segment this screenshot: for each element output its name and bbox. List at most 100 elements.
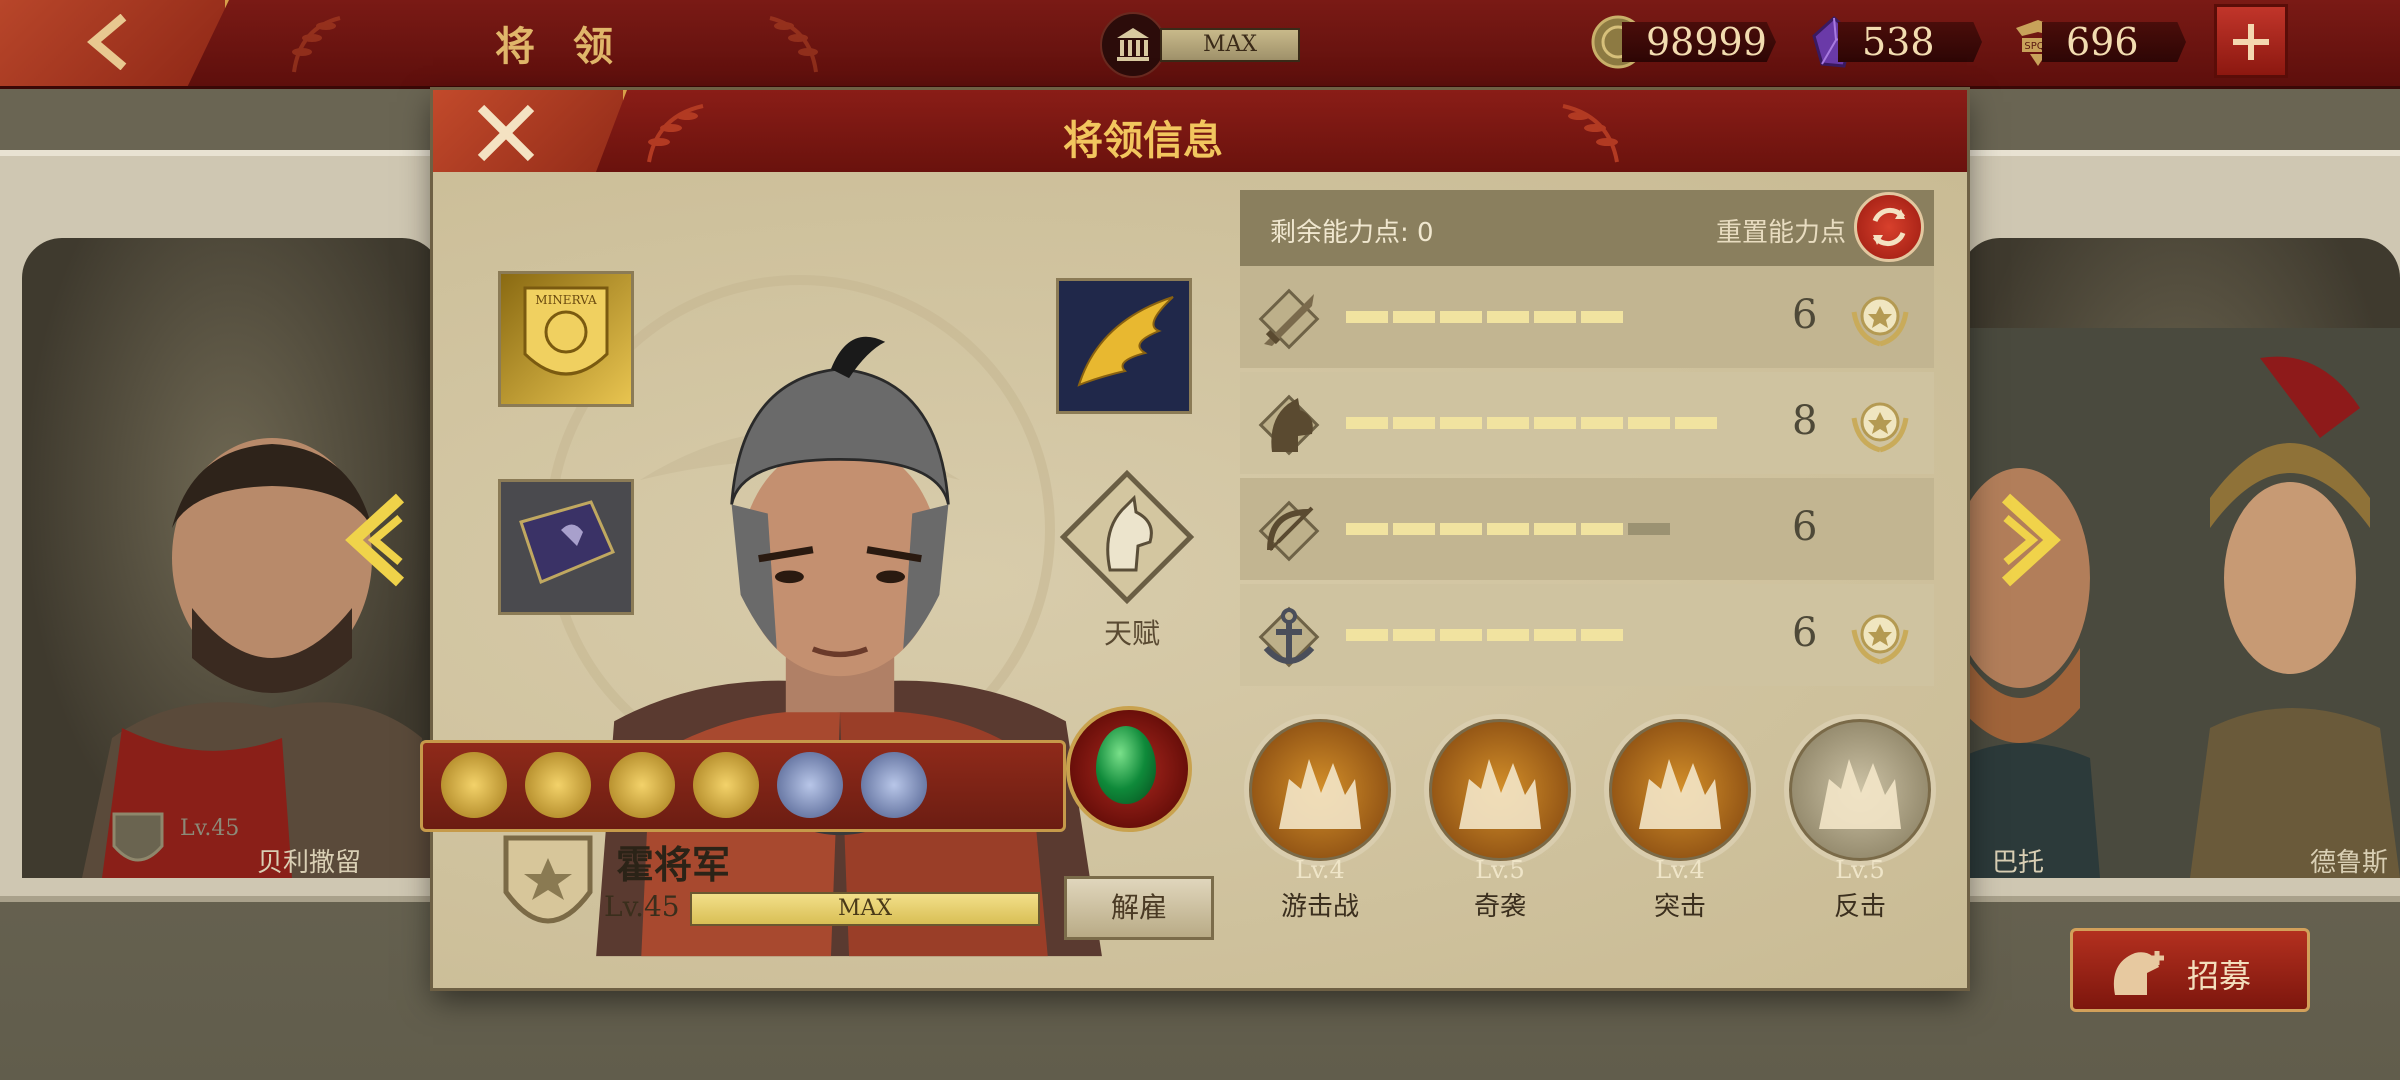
tactic-level: Lv.5 [1475, 856, 1525, 884]
ability-bar-segment [1487, 523, 1529, 535]
right-general-name-1: 巴托 [1992, 848, 2045, 878]
hero-xp-bar: MAX [690, 892, 1040, 926]
gold-amount: 98999 [1622, 22, 1776, 62]
tactic-icon [1424, 714, 1576, 866]
tower-skill-icon[interactable] [693, 752, 759, 818]
fist-skill-icon[interactable] [609, 752, 675, 818]
laurel-star-icon [1851, 296, 1909, 347]
tactic-level: Lv.4 [1295, 856, 1345, 884]
ability-row: 8 [1240, 372, 1934, 474]
ability-bar-segment [1581, 629, 1623, 641]
treasury-badge[interactable]: MAX [1100, 12, 1300, 78]
hero-level: Lv.45 [604, 890, 680, 923]
treasury-max-label: MAX [1160, 28, 1300, 62]
general-portrait-right [1960, 328, 2400, 878]
ability-row: 6 [1240, 584, 1934, 686]
tactic-skill[interactable]: Lv.5 反击 [1784, 714, 1936, 922]
emerald-gem-icon [1096, 726, 1156, 804]
emerald-gem-slot[interactable] [1066, 706, 1192, 832]
laurel-right-icon [769, 16, 818, 73]
ability-bar-segment [1581, 417, 1623, 429]
refresh-icon [1872, 207, 1906, 247]
page-title: 将 领 [495, 23, 625, 70]
ability-bar-segment [1534, 629, 1576, 641]
shield-skill-icon[interactable] [441, 752, 507, 818]
close-button[interactable] [433, 90, 627, 172]
ability-value: 8 [1792, 398, 1818, 444]
left-general-level: Lv.45 [180, 816, 240, 841]
horse-icon [1258, 394, 1320, 456]
tactic-name: 突击 [1653, 892, 1706, 922]
spartan-helmet-icon [2113, 951, 2164, 995]
ability-row: 6 [1240, 266, 1934, 368]
sword-icon [1258, 288, 1320, 350]
ability-bar-segment [1440, 417, 1482, 429]
ability-bar-segment [1440, 311, 1482, 323]
reset-points-button[interactable] [1854, 192, 1924, 262]
ability-bar-segment [1440, 523, 1482, 535]
tactic-level: Lv.4 [1655, 856, 1705, 884]
recruit-label: 招募 [2187, 957, 2252, 995]
chevron-left-icon [87, 14, 127, 70]
ability-bar-segment [1346, 523, 1388, 535]
reset-points-label: 重置能力点 [1715, 218, 1846, 248]
tactic-skill[interactable]: Lv.5 奇袭 [1424, 714, 1576, 922]
modal-title: 将领信息 [1063, 118, 1223, 164]
ability-bar-segment [1581, 311, 1623, 323]
tactic-skill[interactable]: Lv.4 游击战 [1244, 714, 1396, 922]
ability-bar-segment [1534, 417, 1576, 429]
general-portrait-left [82, 438, 442, 878]
ability-bar-segment [1346, 417, 1388, 429]
previous-general-arrow-icon[interactable] [340, 490, 410, 590]
ability-value: 6 [1792, 610, 1818, 656]
remaining-points-label: 剩余能力点: 0 [1270, 218, 1434, 248]
ability-header: 剩余能力点: 0 重置能力点 [1240, 190, 1934, 266]
temple-skill-icon[interactable] [861, 752, 927, 818]
ability-value: 6 [1792, 292, 1818, 338]
tactic-icon [1784, 714, 1936, 866]
bank-icon [1100, 12, 1166, 78]
back-button[interactable] [0, 0, 229, 86]
laurel-left-icon [647, 104, 704, 163]
tactic-name: 游击战 [1280, 892, 1359, 922]
add-resource-button[interactable] [2214, 4, 2288, 78]
ability-bar-segment [1393, 523, 1435, 535]
lion-skill-icon[interactable] [525, 752, 591, 818]
tactic-icon [1244, 714, 1396, 866]
laurel-star-icon [1851, 402, 1909, 453]
ability-bar-segment [1581, 523, 1623, 535]
ability-bar-segment [1534, 311, 1576, 323]
ability-bar-segment [1346, 629, 1388, 641]
right-general-name-2: 德鲁斯 [2310, 848, 2389, 878]
ability-bar-segment [1393, 311, 1435, 323]
ability-bar-segment [1393, 629, 1435, 641]
laurel-right-icon [1562, 104, 1619, 163]
left-general-name: 贝利撒留 [257, 848, 362, 878]
talent-label: 天赋 [1103, 617, 1160, 650]
next-general-arrow-icon[interactable] [1996, 490, 2066, 590]
ability-bar-segment [1487, 629, 1529, 641]
spqr-resource[interactable]: SPQR 696 [2010, 14, 2200, 70]
ability-bar-segment [1487, 417, 1529, 429]
ability-bar-segment [1393, 417, 1435, 429]
talent-button[interactable]: 天赋 [1052, 462, 1212, 662]
spqr-amount: 696 [2042, 22, 2186, 62]
gem-amount: 538 [1838, 22, 1982, 62]
laurel-left-icon [292, 16, 341, 73]
close-icon [477, 104, 535, 162]
skill-strip [420, 740, 1066, 832]
rank-badge-left-icon [112, 812, 164, 862]
rank-shield-icon [503, 835, 593, 924]
anchor-icon [1258, 606, 1320, 668]
recruit-button[interactable]: 招募 [2070, 928, 2310, 1012]
tactic-skill[interactable]: Lv.4 突击 [1604, 714, 1756, 922]
tactic-icon [1604, 714, 1756, 866]
gem-resource[interactable]: 538 [1806, 14, 1986, 70]
tactic-level: Lv.5 [1835, 856, 1885, 884]
gold-resource[interactable]: 98999 [1590, 14, 1780, 70]
dismiss-button[interactable]: 解雇 [1064, 876, 1214, 940]
rune-skill-icon[interactable] [777, 752, 843, 818]
tactic-name: 反击 [1833, 892, 1886, 922]
ability-row: 6 [1240, 478, 1934, 580]
horse-head-talent-icon [1059, 469, 1195, 605]
